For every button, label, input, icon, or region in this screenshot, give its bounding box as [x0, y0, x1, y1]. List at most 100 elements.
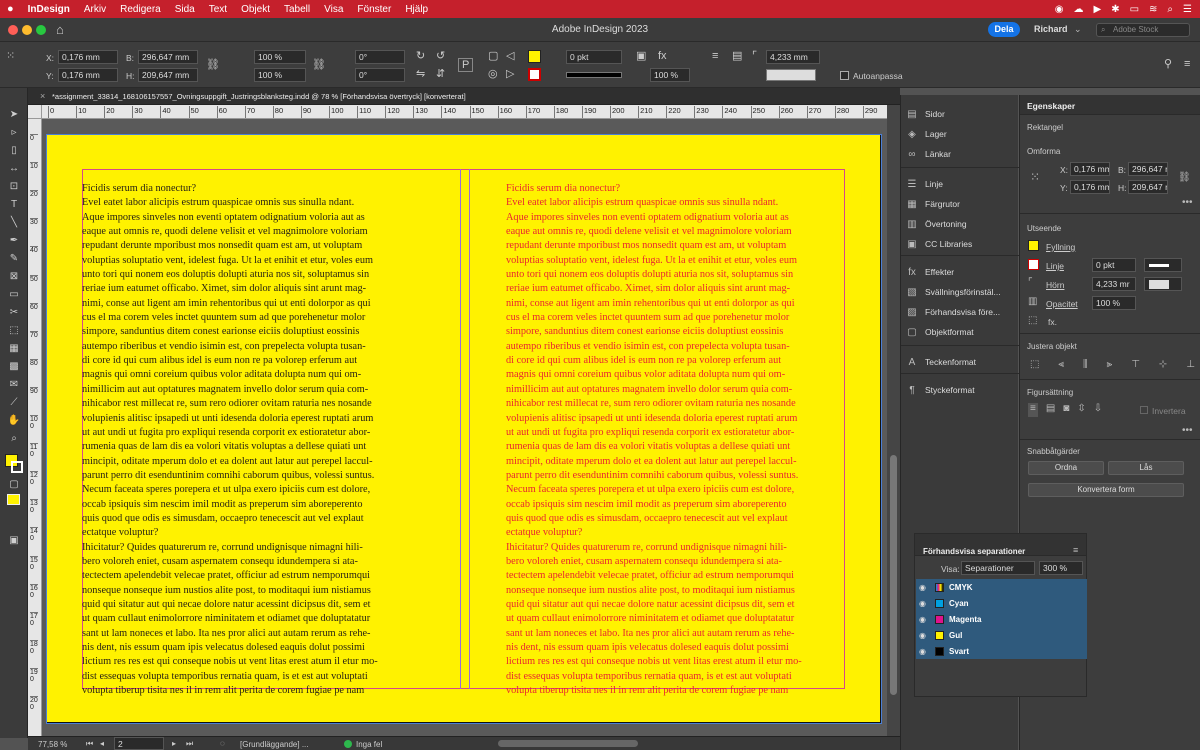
panel-pages[interactable]: ▤ Sidor	[905, 105, 945, 123]
base-style[interactable]: [Grundläggande] ...	[240, 740, 309, 749]
select-container-icon[interactable]: ▢	[488, 50, 498, 62]
page-tool-icon[interactable]: ▯	[6, 144, 22, 158]
props-y-field[interactable]: 0,176 mm	[1070, 180, 1110, 194]
apple-icon[interactable]: ●	[0, 3, 21, 15]
rotate-cw-icon[interactable]: ↻	[416, 50, 425, 62]
preflight-status[interactable]: Inga fel	[356, 740, 382, 749]
eye-icon[interactable]: ◉	[919, 615, 931, 624]
align-top-icon[interactable]: ⊤	[1131, 359, 1140, 373]
eye-icon[interactable]: ◉	[919, 631, 931, 640]
note-icon[interactable]: ✉	[6, 378, 22, 392]
menu-indesign[interactable]: InDesign	[21, 4, 77, 15]
zoom-icon[interactable]: ⌕	[6, 432, 22, 446]
selection-icon[interactable]: ➤	[6, 108, 22, 122]
object-effects-icon[interactable]: ⬚	[1028, 315, 1037, 326]
props-stroke-swatch[interactable]	[1028, 259, 1039, 270]
eyedropper-icon[interactable]: ⟋	[6, 396, 22, 410]
scroll-thumb[interactable]	[890, 455, 897, 695]
ruler-origin[interactable]	[28, 105, 42, 119]
formatting-affects-container-icon[interactable]: ▢	[6, 478, 22, 492]
fx-button[interactable]: fx.	[1048, 317, 1057, 327]
props-stroke-type-select[interactable]	[1144, 258, 1182, 272]
separation-row-yellow[interactable]: ◉ Gul	[916, 627, 1087, 643]
more-options-icon[interactable]: •••	[1182, 425, 1193, 436]
align-left-icon[interactable]: ⫷	[1058, 359, 1064, 373]
select-content-icon[interactable]: ◎	[488, 68, 498, 80]
last-page-icon[interactable]: ⏭	[186, 739, 193, 749]
effects-icon[interactable]: fx	[658, 50, 667, 62]
line-icon[interactable]: ╲	[6, 216, 22, 230]
wrap-jump-object-icon[interactable]: ⇳	[1077, 403, 1085, 417]
document-tab[interactable]: *assignment_33814_168106157557_Ovningsup…	[52, 92, 466, 101]
more-options-icon[interactable]: •••	[1182, 197, 1193, 208]
tab-properties[interactable]: Egenskaper	[1027, 101, 1075, 111]
first-page-icon[interactable]: ⏮	[86, 739, 93, 749]
apply-color-icon[interactable]	[7, 494, 20, 505]
rotate-ccw-icon[interactable]: ↺	[436, 50, 445, 62]
gradient-feather-icon[interactable]: ▩	[6, 360, 22, 374]
constrain-proportions-icon[interactable]: ⛓	[1178, 172, 1191, 183]
props-stroke-weight-field[interactable]: 0 pkt	[1092, 258, 1136, 272]
search-icon[interactable]: ⌕	[1167, 4, 1173, 15]
eye-icon[interactable]: ◉	[919, 647, 931, 656]
align-center-icon[interactable]: ⫼	[1083, 359, 1088, 373]
corner-options-icon[interactable]: ⌜	[752, 50, 757, 62]
panel-character-styles[interactable]: A Teckenformat	[905, 353, 976, 371]
gradient-swatch-icon[interactable]: ▦	[6, 342, 22, 356]
props-opacity-field[interactable]: 100 %	[1092, 296, 1136, 310]
x-field[interactable]: 0,176 mm	[58, 50, 118, 64]
select-next-icon[interactable]: ▷	[506, 68, 514, 80]
align-to-icon[interactable]: ⬚	[1030, 359, 1039, 373]
separations-title[interactable]: Förhandsvisa separationer	[923, 547, 1025, 556]
share-button[interactable]: Dela	[988, 22, 1020, 37]
menu-text[interactable]: Text	[202, 4, 234, 15]
corner-size-field[interactable]: 4,233 mm	[766, 50, 820, 64]
creative-cloud-icon[interactable]: ☁	[1073, 4, 1083, 15]
play-icon[interactable]: ▶	[1093, 4, 1101, 15]
props-x-field[interactable]: 0,176 mm	[1070, 162, 1110, 176]
align-right-icon[interactable]: ⫸	[1107, 359, 1113, 373]
menu-redigera[interactable]: Redigera	[113, 4, 168, 15]
props-height-field[interactable]: 209,647 r	[1128, 180, 1168, 194]
eye-icon[interactable]: ◉	[919, 599, 931, 608]
arrange-button[interactable]: Ordna	[1028, 461, 1104, 475]
menu-arkiv[interactable]: Arkiv	[77, 4, 113, 15]
close-tab-icon[interactable]: ×	[40, 91, 45, 101]
user-name[interactable]: Richard	[1034, 24, 1068, 34]
wrap-bounding-icon[interactable]: ▤	[732, 50, 742, 62]
align-bottom-icon[interactable]: ⊥	[1186, 359, 1195, 373]
scissors-icon[interactable]: ✂	[6, 306, 22, 320]
previous-page-icon[interactable]: ◂	[100, 739, 104, 748]
flip-vertical-icon[interactable]: ⇵	[436, 68, 445, 80]
separation-row-magenta[interactable]: ◉ Magenta	[916, 611, 1087, 627]
fill-swatch[interactable]	[528, 50, 541, 63]
props-corner-shape-select[interactable]	[1144, 277, 1182, 291]
menu-fonster[interactable]: Fönster	[350, 4, 398, 15]
flip-horizontal-icon[interactable]: ⇋	[416, 68, 425, 80]
panel-object-styles[interactable]: ▢ Objektformat	[905, 323, 973, 341]
rotation-field[interactable]: 0°	[355, 50, 405, 64]
lock-button[interactable]: Lås	[1108, 461, 1184, 475]
text-frame-right[interactable]: Ficidis serum dia nonectur? Evel eatet la…	[506, 182, 851, 698]
scale-y-field[interactable]: 100 %	[254, 68, 306, 82]
next-page-icon[interactable]: ▸	[172, 739, 176, 748]
props-corner-field[interactable]: 4,233 mr	[1092, 277, 1136, 291]
hand-icon[interactable]: ✋	[6, 414, 22, 428]
corner-label[interactable]: Hörn	[1046, 280, 1064, 290]
document-page[interactable]: Ficidis serum dia nonectur? Evel eatet la…	[46, 134, 882, 724]
constrain-proportions-icon[interactable]: ⛓	[206, 59, 220, 71]
width-field[interactable]: 296,647 mm	[138, 50, 198, 64]
panel-swatches[interactable]: ▦ Färgrutor	[905, 195, 960, 213]
stroke-type-select[interactable]	[566, 72, 622, 78]
view-select[interactable]: Separationer	[961, 561, 1035, 575]
control-center-icon[interactable]: ☰	[1183, 4, 1192, 15]
gap-tool-icon[interactable]: ↔	[6, 162, 22, 176]
reference-point-icon[interactable]: ⁙	[6, 50, 15, 62]
eye-icon[interactable]: ◉	[919, 583, 931, 592]
menu-tabell[interactable]: Tabell	[277, 4, 317, 15]
panel-paragraph-styles[interactable]: ¶ Styckeformat	[905, 381, 974, 399]
reference-point-icon[interactable]: ⁙	[1030, 170, 1040, 184]
y-field[interactable]: 0,176 mm	[58, 68, 118, 82]
opacity-label[interactable]: Opacitet	[1046, 299, 1078, 309]
menu-hjalp[interactable]: Hjälp	[398, 4, 435, 15]
